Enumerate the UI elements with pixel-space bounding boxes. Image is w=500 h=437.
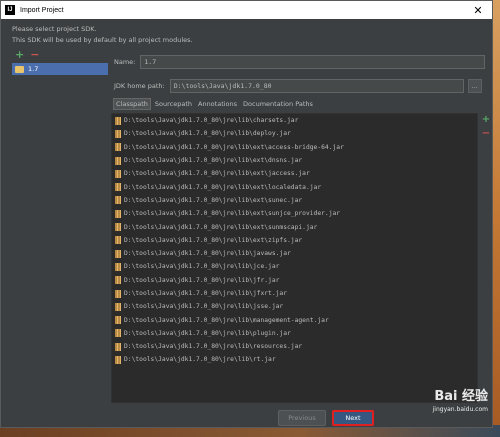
tab-classpath[interactable]: Classpath (113, 98, 151, 110)
tab-annotations[interactable]: Annotations (196, 98, 239, 110)
classpath-path: D:\tools\Java\jdk1.7.0_80\jre\lib\ext\su… (124, 196, 303, 204)
classpath-path: D:\tools\Java\jdk1.7.0_80\jre\lib\jfxrt.… (124, 290, 288, 297)
name-row: Name: 1.7 (114, 55, 486, 69)
classpath-path: D:\tools\Java\jdk1.7.0_80\jre\lib\ext\lo… (124, 183, 322, 191)
classpath-row[interactable]: D:\tools\Java\jdk1.7.0_80\jre\lib\jsse.j… (112, 300, 477, 313)
jar-icon (115, 156, 121, 165)
classpath-row[interactable]: D:\tools\Java\jdk1.7.0_80\jre\lib\javaws… (112, 247, 477, 260)
classpath-row[interactable]: D:\tools\Java\jdk1.7.0_80\jre\lib\rt.jar (112, 353, 477, 366)
jar-icon (115, 289, 121, 298)
classpath-path: D:\tools\Java\jdk1.7.0_80\jre\lib\plugin… (124, 329, 291, 337)
jar-icon (115, 329, 121, 338)
classpath-row[interactable]: D:\tools\Java\jdk1.7.0_80\jre\lib\jfr.ja… (112, 274, 477, 287)
sdk-details-panel: Name: 1.7 JDK home path: D:\tools\Java\j… (111, 49, 491, 404)
sdk-list-panel: + − 1.7 (12, 49, 108, 404)
previous-button[interactable]: Previous (278, 410, 326, 426)
jar-icon (115, 342, 121, 351)
classpath-path: D:\tools\Java\jdk1.7.0_80\jre\lib\javaws… (124, 250, 291, 258)
classpath-path: D:\tools\Java\jdk1.7.0_80\jre\lib\ext\ja… (124, 170, 310, 178)
intellij-app-icon: IJ (5, 5, 15, 15)
jdk-home-field[interactable]: D:\tools\Java\jdk1.7.0_80 (169, 79, 464, 93)
jar-icon (115, 116, 121, 125)
next-button[interactable]: Next (332, 410, 374, 426)
browse-button[interactable]: … (467, 79, 482, 93)
jar-icon (115, 183, 121, 192)
jar-icon (115, 209, 121, 218)
classpath-toolbar: + − (481, 115, 491, 139)
jar-icon (115, 302, 121, 311)
watermark-url: jingyan.baidu.com (432, 406, 488, 413)
classpath-path: D:\tools\Java\jdk1.7.0_80\jre\lib\jce.ja… (124, 263, 280, 271)
classpath-path: D:\tools\Java\jdk1.7.0_80\jre\lib\charse… (124, 117, 299, 125)
import-project-dialog: IJ Import Project ✕ Please select projec… (0, 0, 493, 428)
jar-icon (115, 236, 121, 245)
jar-icon (115, 196, 121, 205)
intro-line-1: Please select project SDK. (12, 25, 97, 33)
classpath-row[interactable]: D:\tools\Java\jdk1.7.0_80\jre\lib\deploy… (112, 127, 477, 140)
name-label: Name: (114, 58, 136, 66)
classpath-path: D:\tools\Java\jdk1.7.0_80\jre\lib\ext\su… (124, 223, 318, 231)
remove-sdk-icon[interactable]: − (30, 49, 39, 60)
jar-icon (115, 129, 121, 138)
classpath-row[interactable]: D:\tools\Java\jdk1.7.0_80\jre\lib\ext\dn… (112, 154, 477, 167)
add-path-icon[interactable]: + (482, 115, 490, 125)
classpath-path: D:\tools\Java\jdk1.7.0_80\jre\lib\manage… (124, 316, 329, 324)
classpath-row[interactable]: D:\tools\Java\jdk1.7.0_80\jre\lib\ext\ja… (112, 167, 477, 180)
classpath-path: D:\tools\Java\jdk1.7.0_80\jre\lib\jsse.j… (124, 303, 284, 311)
classpath-path: D:\tools\Java\jdk1.7.0_80\jre\lib\ext\su… (124, 210, 341, 218)
jar-icon (115, 276, 121, 285)
baidu-watermark: Bai 经验 jingyan.baidu.com (433, 390, 488, 416)
classpath-path: D:\tools\Java\jdk1.7.0_80\jre\lib\deploy… (124, 130, 291, 138)
folder-icon (15, 65, 24, 73)
jdk-home-row: JDK home path: D:\tools\Java\jdk1.7.0_80… (114, 79, 482, 93)
title-bar: IJ Import Project ✕ (1, 1, 492, 19)
classpath-row[interactable]: D:\tools\Java\jdk1.7.0_80\jre\lib\jfxrt.… (112, 287, 477, 300)
close-icon[interactable]: ✕ (464, 1, 492, 19)
tab-sourcepath[interactable]: Sourcepath (153, 98, 194, 110)
classpath-row[interactable]: D:\tools\Java\jdk1.7.0_80\jre\lib\resour… (112, 340, 477, 353)
jar-icon (115, 316, 121, 325)
classpath-path: D:\tools\Java\jdk1.7.0_80\jre\lib\jfr.ja… (124, 276, 280, 284)
classpath-list[interactable]: D:\tools\Java\jdk1.7.0_80\jre\lib\charse… (111, 113, 478, 403)
remove-path-icon[interactable]: − (482, 129, 490, 139)
classpath-path: D:\tools\Java\jdk1.7.0_80\jre\lib\ext\dn… (124, 157, 303, 165)
classpath-row[interactable]: D:\tools\Java\jdk1.7.0_80\jre\lib\ext\ac… (112, 141, 477, 154)
classpath-row[interactable]: D:\tools\Java\jdk1.7.0_80\jre\lib\plugin… (112, 327, 477, 340)
classpath-row[interactable]: D:\tools\Java\jdk1.7.0_80\jre\lib\ext\su… (112, 194, 477, 207)
add-sdk-icon[interactable]: + (15, 49, 24, 60)
name-field[interactable]: 1.7 (140, 55, 486, 69)
jar-icon (115, 143, 121, 152)
classpath-row[interactable]: D:\tools\Java\jdk1.7.0_80\jre\lib\ext\lo… (112, 180, 477, 193)
sdk-list-toolbar: + − (12, 49, 108, 61)
jdk-home-label: JDK home path: (114, 82, 165, 90)
watermark-brand: Bai 经验 (434, 389, 488, 404)
classpath-row[interactable]: D:\tools\Java\jdk1.7.0_80\jre\lib\jce.ja… (112, 260, 477, 273)
classpath-row[interactable]: D:\tools\Java\jdk1.7.0_80\jre\lib\charse… (112, 114, 477, 127)
sdk-tabs: Classpath Sourcepath Annotations Documen… (113, 98, 315, 110)
intro-line-2: This SDK will be used by default by all … (12, 36, 193, 44)
classpath-row[interactable]: D:\tools\Java\jdk1.7.0_80\jre\lib\manage… (112, 313, 477, 326)
classpath-row[interactable]: D:\tools\Java\jdk1.7.0_80\jre\lib\ext\su… (112, 220, 477, 233)
jar-icon (115, 223, 121, 232)
jar-icon (115, 249, 121, 258)
intro-text: Please select project SDK. This SDK will… (12, 24, 193, 46)
sdk-list-item[interactable]: 1.7 (12, 63, 108, 75)
jar-icon (115, 262, 121, 271)
jar-icon (115, 169, 121, 178)
jar-icon (115, 355, 121, 364)
tab-documentation-paths[interactable]: Documentation Paths (241, 98, 315, 110)
sdk-item-label: 1.7 (28, 65, 39, 73)
classpath-row[interactable]: D:\tools\Java\jdk1.7.0_80\jre\lib\ext\su… (112, 207, 477, 220)
classpath-path: D:\tools\Java\jdk1.7.0_80\jre\lib\rt.jar (124, 356, 276, 364)
classpath-path: D:\tools\Java\jdk1.7.0_80\jre\lib\ext\zi… (124, 236, 303, 244)
classpath-path: D:\tools\Java\jdk1.7.0_80\jre\lib\resour… (124, 343, 303, 351)
window-title: Import Project (20, 6, 64, 14)
classpath-row[interactable]: D:\tools\Java\jdk1.7.0_80\jre\lib\ext\zi… (112, 234, 477, 247)
classpath-path: D:\tools\Java\jdk1.7.0_80\jre\lib\ext\ac… (124, 143, 344, 151)
wizard-button-bar: Previous Next (1, 406, 492, 428)
